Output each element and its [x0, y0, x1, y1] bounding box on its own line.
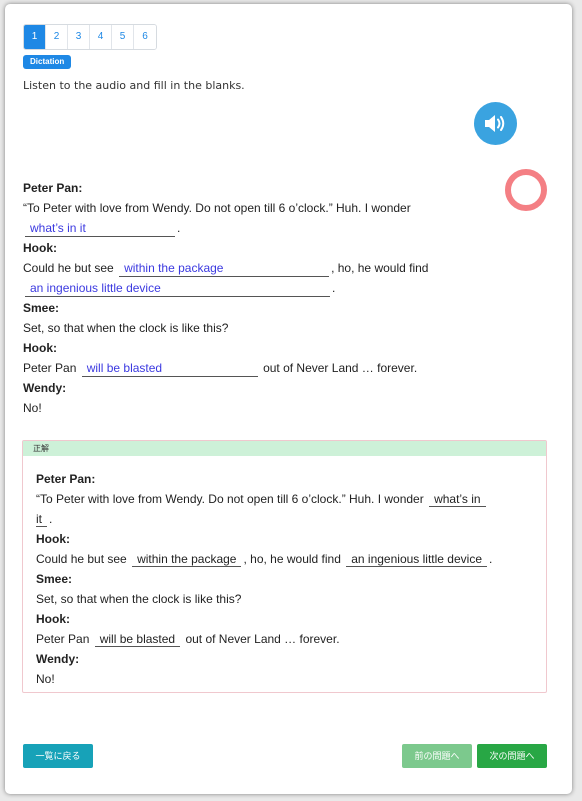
- page-3-button[interactable]: 3: [68, 25, 90, 49]
- dialogue-text: “To Peter with love from Wendy. Do not o…: [36, 492, 424, 506]
- answer-line: “To Peter with love from Wendy. Do not o…: [36, 489, 536, 509]
- record-ring-icon[interactable]: [505, 169, 547, 211]
- previous-question-button[interactable]: 前の問題へ: [402, 744, 472, 768]
- answer-3: an ingenious little device: [346, 552, 487, 567]
- dialogue-text: No!: [36, 672, 55, 686]
- dialogue-text: out of Never Land … forever.: [185, 632, 340, 646]
- answer-4: will be blasted: [94, 632, 181, 647]
- answer-panel: 正解 Peter Pan: “To Peter with love from W…: [22, 440, 547, 693]
- punctuation: .: [49, 512, 53, 526]
- back-to-list-button[interactable]: 一覧に戻る: [23, 744, 93, 768]
- speaker-name: Smee:: [36, 572, 73, 586]
- answer-header: 正解: [23, 441, 546, 456]
- speaker-name: Hook:: [36, 532, 70, 546]
- dialogue-line: what’s in it.: [23, 218, 463, 238]
- dialogue-line: an ingenious little device.: [23, 278, 463, 298]
- page-1-button[interactable]: 1: [24, 25, 46, 49]
- blank-input-3[interactable]: an ingenious little device: [25, 281, 330, 297]
- page-2-button[interactable]: 2: [46, 25, 68, 49]
- punctuation: .: [332, 281, 336, 295]
- speaker-icon: [485, 115, 505, 132]
- dialogue-text: Peter Pan: [36, 632, 90, 646]
- dialogue-line: Peter Pan will be blasted out of Never L…: [23, 358, 463, 378]
- dictation-badge: Dictation: [23, 55, 72, 69]
- dialogue-text: “To Peter with love from Wendy. Do not o…: [23, 201, 411, 215]
- next-question-button[interactable]: 次の問題へ: [477, 744, 547, 768]
- dialogue-text: out of Never Land … forever.: [263, 361, 418, 375]
- speaker-name: Wendy:: [36, 652, 80, 666]
- speaker-name: Hook:: [23, 341, 57, 355]
- dialogue-text: Peter Pan: [23, 361, 77, 375]
- answer-1: what’s in: [429, 492, 486, 507]
- answer-line: Peter Pan will be blasted out of Never L…: [36, 629, 536, 649]
- page-4-button[interactable]: 4: [90, 25, 112, 49]
- speaker-name: Hook:: [36, 612, 70, 626]
- dialogue-text: Set, so that when the clock is like this…: [23, 321, 229, 335]
- speaker-name: Peter Pan:: [36, 472, 96, 486]
- punctuation: .: [177, 221, 181, 235]
- punctuation: .: [489, 552, 493, 566]
- instruction-text: Listen to the audio and fill in the blan…: [23, 79, 245, 92]
- answer-text: Peter Pan: “To Peter with love from Wend…: [36, 469, 536, 689]
- dialogue-text: Could he but see: [23, 261, 114, 275]
- dialogue-text: , ho, he would find: [243, 552, 341, 566]
- page-6-button[interactable]: 6: [134, 25, 156, 49]
- dialogue-text: , ho, he would find: [331, 261, 429, 275]
- dialogue-line: Could he but see within the package, ho,…: [23, 258, 463, 278]
- speaker-name: Hook:: [23, 241, 57, 255]
- speaker-name: Peter Pan:: [23, 181, 83, 195]
- blank-input-4[interactable]: will be blasted: [81, 361, 258, 377]
- dialogue-text: Set, so that when the clock is like this…: [36, 592, 242, 606]
- answer-line: Could he but see within the package, ho,…: [36, 549, 536, 569]
- dialogue-text: Could he but see: [36, 552, 127, 566]
- dialogue-line: “To Peter with love from Wendy. Do not o…: [23, 198, 463, 218]
- answer-line: it.: [36, 509, 536, 529]
- speaker-name: Wendy:: [23, 381, 67, 395]
- answer-2: within the package: [132, 552, 242, 567]
- blank-input-2[interactable]: within the package: [119, 261, 330, 277]
- answer-1-continued: it: [36, 512, 47, 527]
- dialogue-text: No!: [23, 401, 42, 415]
- speaker-name: Smee:: [23, 301, 60, 315]
- blank-input-1[interactable]: what’s in it: [25, 221, 175, 237]
- dictation-exercise: Peter Pan: “To Peter with love from Wend…: [23, 178, 463, 418]
- play-audio-button[interactable]: [474, 102, 517, 145]
- question-pagination: 1 2 3 4 5 6: [23, 24, 157, 50]
- page-5-button[interactable]: 5: [112, 25, 134, 49]
